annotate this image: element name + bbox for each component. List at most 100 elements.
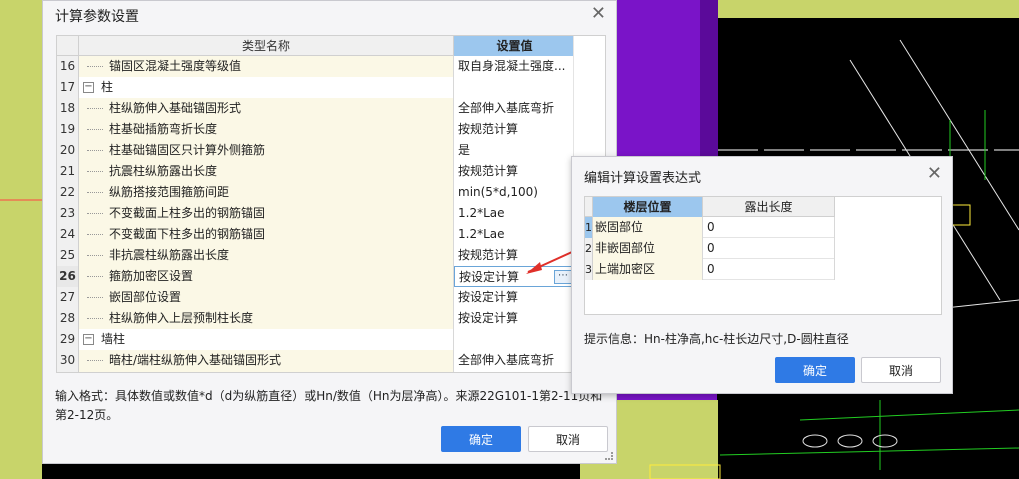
row-type-name[interactable]: 非抗震柱纵筋露出长度 — [79, 245, 454, 266]
tree-line — [87, 276, 103, 277]
row-index: 31 — [57, 371, 79, 372]
sub-header-index — [585, 197, 593, 217]
expression-row[interactable]: 3 上端加密区 0 — [585, 259, 835, 280]
table-row[interactable]: 30 暗柱/端柱纵筋伸入基础锚固形式 全部伸入基底弯折 — [57, 350, 575, 371]
row-type-label: 柱基础锚固区只计算外侧箍筋 — [109, 143, 266, 157]
row-type-name[interactable]: 嵌固部位设置 — [79, 287, 454, 308]
row-index: 17 — [57, 77, 79, 98]
row-type-label: 非抗震柱纵筋露出长度 — [109, 248, 230, 262]
close-icon[interactable]: ✕ — [591, 3, 606, 24]
calc-params-dialog: 计算参数设置 ✕ 类型名称 设置值 16 锚固区混凝土强度等级值 取自身混凝土强度.… — [42, 0, 617, 464]
close-icon[interactable]: ✕ — [927, 163, 942, 184]
table-row[interactable]: 19 柱基础插筋弯折长度 按规范计算 — [57, 119, 575, 140]
floor-location-cell: 嵌固部位 — [593, 217, 703, 238]
table-row[interactable]: 22 纵筋搭接范围箍筋间距 min(5*d,100) — [57, 182, 575, 203]
row-type-label: 柱基础插筋弯折长度 — [109, 122, 218, 136]
row-index: 18 — [57, 98, 79, 119]
row-setting-value[interactable]: 按设定计算 ⋯ — [454, 266, 575, 287]
row-index: 22 — [57, 182, 79, 203]
row-setting-value[interactable]: 1.2*Lae — [454, 224, 575, 245]
collapse-icon[interactable]: − — [83, 334, 94, 345]
row-setting-value[interactable]: 是 — [454, 140, 575, 161]
row-type-label: 纵筋搭接范围箍筋间距 — [109, 185, 230, 199]
table-row[interactable]: 25 非抗震柱纵筋露出长度 按规范计算 — [57, 245, 575, 266]
row-type-name[interactable]: 纵筋搭接范围箍筋间距 — [79, 182, 454, 203]
row-type-name[interactable]: 柱基础插筋弯折长度 — [79, 119, 454, 140]
row-setting-label: 按设定计算 — [458, 290, 519, 304]
row-setting-value[interactable]: min(5*d,100) — [454, 182, 575, 203]
tree-line — [87, 360, 103, 361]
ok-button[interactable]: 确定 — [441, 426, 521, 452]
tree-line — [87, 171, 103, 172]
row-type-name[interactable]: 柱基础锚固区只计算外侧箍筋 — [79, 140, 454, 161]
row-setting-value[interactable]: 按规范计算 — [454, 161, 575, 182]
table-row[interactable]: 28 柱纵筋伸入上层预制柱长度 按设定计算 — [57, 308, 575, 329]
header-floor-location[interactable]: 楼层位置 — [593, 197, 703, 217]
table-row[interactable]: 16 锚固区混凝土强度等级值 取自身混凝土强度... — [57, 56, 575, 77]
table-row[interactable]: 18 柱纵筋伸入基础锚固形式 全部伸入基底弯折 — [57, 98, 575, 119]
row-type-name[interactable]: − 墙柱 — [79, 329, 454, 350]
table-row[interactable]: 29− 墙柱 — [57, 329, 575, 350]
row-type-name[interactable]: 不变截面下柱多出的钢筋锚固 — [79, 224, 454, 245]
row-type-name[interactable]: 暗柱/端柱纵筋伸入基础锚固形式 — [79, 350, 454, 371]
row-setting-label: 1.2*Lae — [458, 227, 505, 241]
tree-line — [87, 129, 103, 130]
header-exposed-length[interactable]: 露出长度 — [703, 197, 835, 217]
table-row[interactable]: 26 箍筋加密区设置 按设定计算 ⋯ — [57, 266, 575, 287]
row-type-label: 锚固区混凝土强度等级值 — [109, 59, 242, 73]
row-type-label: 不变截面上柱多出的钢筋锚固 — [109, 206, 266, 220]
exposed-length-input[interactable]: 0 — [703, 259, 835, 280]
row-type-name[interactable]: 锚固区混凝土强度等级值 — [79, 56, 454, 77]
row-index: 24 — [57, 224, 79, 245]
row-type-name[interactable]: 暗柱/端柱基础插筋弯折长度 — [79, 371, 454, 372]
row-setting-value[interactable] — [454, 77, 575, 98]
row-setting-value[interactable]: 按规范计算 — [454, 119, 575, 140]
header-type-name[interactable]: 类型名称 — [79, 36, 454, 56]
row-index: 20 — [57, 140, 79, 161]
exposed-length-input[interactable]: 0 — [703, 217, 835, 238]
ellipsis-icon[interactable]: ⋯ — [554, 270, 572, 284]
row-setting-value[interactable]: 按设定计算 — [454, 287, 575, 308]
collapse-icon[interactable]: − — [83, 82, 94, 93]
sub-cancel-button[interactable]: 取消 — [861, 357, 941, 383]
row-setting-value[interactable]: 取自身混凝土强度... — [454, 56, 575, 77]
exposed-length-input[interactable]: 0 — [703, 238, 835, 259]
row-index: 29 — [57, 329, 79, 350]
tree-line — [87, 297, 103, 298]
expression-row[interactable]: 1 嵌固部位 0 — [585, 217, 835, 238]
header-setting-value[interactable]: 设置值 — [454, 36, 575, 56]
tree-line — [87, 150, 103, 151]
table-row[interactable]: 23 不变截面上柱多出的钢筋锚固 1.2*Lae — [57, 203, 575, 224]
tree-line — [87, 318, 103, 319]
row-type-name[interactable]: 箍筋加密区设置 — [79, 266, 454, 287]
row-type-name[interactable]: 抗震柱纵筋露出长度 — [79, 161, 454, 182]
row-setting-label: 按规范计算 — [458, 122, 519, 136]
sub-ok-button[interactable]: 确定 — [775, 357, 855, 383]
row-setting-value[interactable]: 全部伸入基底弯折 — [454, 350, 575, 371]
row-type-name[interactable]: 柱纵筋伸入基础锚固形式 — [79, 98, 454, 119]
table-row[interactable]: 21 抗震柱纵筋露出长度 按规范计算 — [57, 161, 575, 182]
row-setting-value[interactable]: 按规范计算 — [454, 245, 575, 266]
resize-grip-icon[interactable] — [605, 452, 613, 460]
row-setting-value[interactable] — [454, 329, 575, 350]
table-row[interactable]: 20 柱基础锚固区只计算外侧箍筋 是 — [57, 140, 575, 161]
cancel-button[interactable]: 取消 — [528, 426, 608, 452]
expression-row[interactable]: 2 非嵌固部位 0 — [585, 238, 835, 259]
row-setting-value[interactable]: 1.2*Lae — [454, 203, 575, 224]
table-row[interactable]: 31暗柱/端柱基础插筋弯折长度按规范计算 — [57, 371, 575, 372]
row-setting-label: 全部伸入基底弯折 — [458, 353, 555, 367]
row-index: 25 — [57, 245, 79, 266]
table-row[interactable]: 24 不变截面下柱多出的钢筋锚固 1.2*Lae — [57, 224, 575, 245]
row-type-label: 不变截面下柱多出的钢筋锚固 — [109, 227, 266, 241]
table-row[interactable]: 27 嵌固部位设置 按设定计算 — [57, 287, 575, 308]
row-setting-value[interactable]: 全部伸入基底弯折 — [454, 98, 575, 119]
input-format-hint: 输入格式：具体数值或数值*d（d为纵筋直径）或Hn/数值（Hn为层净高）。来源2… — [55, 389, 603, 422]
row-index: 16 — [57, 56, 79, 77]
row-setting-value[interactable]: 按设定计算 — [454, 308, 575, 329]
table-row[interactable]: 17− 柱 — [57, 77, 575, 98]
row-type-name[interactable]: − 柱 — [79, 77, 454, 98]
row-setting-label: min(5*d,100) — [458, 185, 538, 199]
row-type-name[interactable]: 不变截面上柱多出的钢筋锚固 — [79, 203, 454, 224]
row-setting-value[interactable]: 按规范计算 — [454, 371, 575, 372]
row-type-name[interactable]: 柱纵筋伸入上层预制柱长度 — [79, 308, 454, 329]
